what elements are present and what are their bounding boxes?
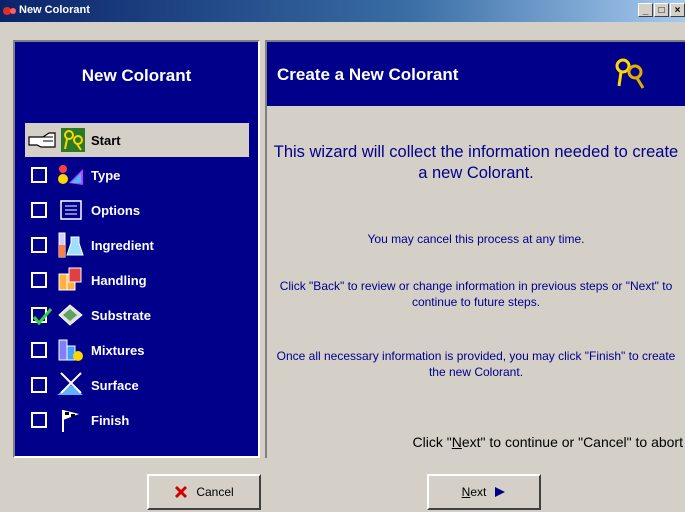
step-checkbox — [31, 237, 47, 253]
step-checkbox — [31, 377, 47, 393]
maximize-button[interactable]: □ — [654, 3, 669, 17]
step-label: Options — [91, 203, 141, 218]
cancel-label: Cancel — [196, 485, 234, 499]
finish-info: Once all necessary information is provid… — [276, 349, 676, 379]
close-button[interactable]: × — [670, 3, 685, 17]
content-header: Create a New Colorant — [267, 42, 685, 106]
cancel-button[interactable]: Cancel — [147, 474, 261, 510]
step-label: Start — [91, 133, 121, 148]
step-label: Substrate — [91, 308, 151, 323]
step-checkbox — [31, 342, 47, 358]
steps-panel: New Colorant Start Type Options Ingredie… — [13, 40, 260, 458]
window-title: New Colorant — [19, 4, 90, 16]
step-label: Finish — [91, 413, 130, 428]
intro-message: This wizard will collect the information… — [273, 143, 679, 182]
step-label: Type — [91, 168, 121, 183]
step-surface[interactable]: Surface — [25, 369, 249, 401]
continue-instruction: Click "Next" to continue or "Cancel" to … — [412, 434, 683, 450]
app-icon — [3, 7, 16, 15]
content-panel: Create a New Colorant This wizard will c… — [265, 40, 685, 458]
arrow-right-icon — [495, 487, 506, 497]
options-list-icon — [55, 196, 85, 224]
step-options[interactable]: Options — [25, 194, 249, 226]
step-checkbox-checked — [31, 307, 53, 326]
pointing-hand-icon — [27, 125, 87, 153]
navigation-info: Click "Back" to review or change informa… — [279, 279, 673, 309]
handling-box-icon — [55, 266, 85, 294]
step-label: Handling — [91, 273, 147, 288]
step-ingredient[interactable]: Ingredient — [25, 229, 249, 261]
step-label: Mixtures — [91, 343, 145, 358]
type-color-icon — [55, 161, 85, 189]
finish-flag-icon — [55, 406, 85, 434]
red-x-icon — [175, 485, 188, 499]
page-title: Create a New Colorant — [277, 65, 459, 84]
surface-icon — [55, 371, 85, 399]
checkmark-icon — [32, 308, 53, 326]
step-checkbox — [31, 412, 47, 428]
next-button[interactable]: Next — [427, 474, 541, 510]
minimize-button[interactable]: _ — [638, 3, 653, 17]
steps-panel-title: New Colorant — [81, 66, 192, 85]
step-substrate[interactable]: Substrate — [25, 299, 249, 331]
step-handling[interactable]: Handling — [25, 264, 249, 296]
step-checkbox — [31, 167, 47, 183]
cancel-info: You may cancel this process at any time. — [367, 232, 585, 246]
mixtures-icon — [55, 336, 85, 364]
step-start[interactable]: Start — [25, 123, 249, 157]
ingredient-flask-icon — [55, 231, 85, 259]
title-bar: New Colorant _ □ × — [0, 0, 685, 22]
step-mixtures[interactable]: Mixtures — [25, 334, 249, 366]
step-finish[interactable]: Finish — [25, 404, 249, 436]
keys-icon — [615, 58, 645, 89]
step-label: Surface — [91, 378, 139, 393]
next-label: Next — [461, 485, 487, 499]
step-label: Ingredient — [91, 238, 154, 253]
step-checkbox — [31, 202, 47, 218]
substrate-layers-icon — [55, 301, 85, 329]
step-checkbox — [31, 272, 47, 288]
step-type[interactable]: Type — [25, 159, 249, 191]
